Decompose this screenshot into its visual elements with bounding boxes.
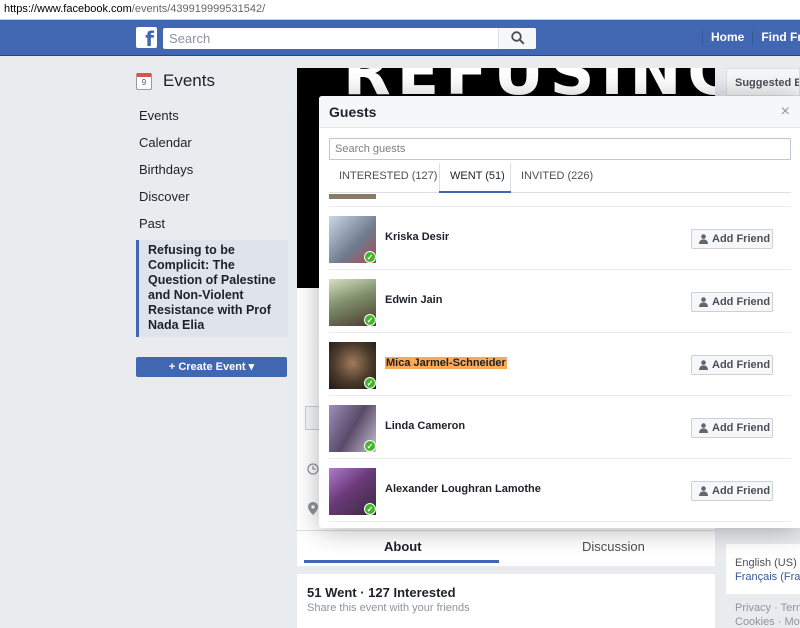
top-search — [163, 28, 536, 49]
guest-search — [329, 138, 791, 160]
home-link[interactable]: Home — [703, 30, 752, 44]
guest-tabs: INTERESTED (127) WENT (51) INVITED (226) — [329, 163, 791, 193]
clock-icon — [307, 463, 319, 475]
guest-name[interactable]: Alexander Loughran Lamothe — [385, 483, 541, 495]
add-friend-button[interactable]: Add Friend — [691, 355, 773, 375]
location-pin-icon — [308, 502, 318, 515]
top-nav-links: HomeFind Frie — [702, 30, 800, 45]
suggested-events-header: Suggested Ev — [726, 68, 800, 96]
went-tab-underline — [439, 191, 511, 193]
add-friend-label: Add Friend — [712, 296, 771, 308]
footer-line-2[interactable]: Cookies · More — [735, 615, 800, 628]
checkmark-icon: ✓ — [364, 503, 376, 515]
url-path: /events/439919999531542/ — [131, 3, 266, 15]
dialog-header: Guests × — [319, 96, 800, 128]
dialog-title: Guests — [329, 104, 377, 120]
add-friend-button[interactable]: Add Friend — [691, 418, 773, 438]
events-title: Events — [163, 71, 215, 90]
tab-invited[interactable]: INVITED (226) — [521, 170, 593, 182]
current-language: English (US) — [735, 557, 797, 569]
checkmark-icon: ✓ — [364, 377, 376, 389]
attendance-card: 51 Went · 127 Interested Share this even… — [297, 574, 715, 628]
find-friends-link[interactable]: Find Frie — [753, 30, 800, 44]
add-friend-label: Add Friend — [712, 422, 771, 434]
language-box: English (US) Français (Fran — [726, 544, 800, 594]
search-icon — [511, 31, 525, 45]
add-friend-label: Add Friend — [712, 485, 771, 497]
guest-name[interactable]: Kriska Desir — [385, 231, 449, 243]
checkmark-icon: ✓ — [364, 440, 376, 452]
share-prompt: Share this event with your friends — [307, 602, 470, 614]
footer-links: Privacy · Term Cookies · More — [735, 601, 800, 628]
guest-list[interactable]: ✓ Kriska Desir Add Friend ✓ Edwin Jain A… — [329, 194, 791, 528]
guest-name-highlighted[interactable]: Mica Jarmel-Schneider — [385, 357, 507, 369]
guest-name[interactable]: Linda Cameron — [385, 420, 465, 432]
guest-row: ✓ Alexander Loughran Lamothe Add Friend — [329, 459, 791, 522]
active-tab-indicator — [304, 560, 499, 563]
browser-url-bar[interactable]: https://www.facebook.com/events/43991999… — [0, 0, 800, 20]
nav-item-discover[interactable]: Discover — [136, 183, 288, 210]
events-left-nav: 9 Events Events Calendar Birthdays Disco… — [136, 68, 288, 377]
nav-item-birthdays[interactable]: Birthdays — [136, 156, 288, 183]
guest-row: ✓ Mica Jarmel-Schneider Add Friend — [329, 333, 791, 396]
tab-interested[interactable]: INTERESTED (127) — [339, 170, 437, 182]
guest-row: ✓ Edwin Jain Add Friend — [329, 270, 791, 333]
guest-row — [329, 194, 791, 207]
person-add-icon — [699, 234, 708, 244]
add-friend-button[interactable]: Add Friend — [691, 481, 773, 501]
guest-name[interactable]: Edwin Jain — [385, 294, 442, 306]
person-add-icon — [699, 423, 708, 433]
person-add-icon — [699, 360, 708, 370]
top-navigation-bar: f HomeFind Frie — [0, 20, 800, 56]
search-button[interactable] — [498, 28, 536, 49]
top-search-input[interactable] — [163, 28, 493, 49]
add-friend-button[interactable]: Add Friend — [691, 229, 773, 249]
events-header: 9 Events — [136, 68, 288, 96]
close-icon[interactable]: × — [781, 103, 790, 121]
tab-went[interactable]: WENT (51) — [450, 170, 505, 182]
alternate-language-link[interactable]: Français (Fran — [735, 571, 800, 583]
nav-item-calendar[interactable]: Calendar — [136, 129, 288, 156]
tab-discussion[interactable]: Discussion — [582, 539, 645, 554]
attendance-summary[interactable]: 51 Went · 127 Interested — [307, 585, 456, 600]
add-friend-label: Add Friend — [712, 233, 771, 245]
guest-search-input[interactable] — [330, 139, 790, 159]
person-add-icon — [699, 297, 708, 307]
url-host: https://www.facebook.com — [4, 3, 132, 15]
add-friend-label: Add Friend — [712, 359, 771, 371]
add-friend-button[interactable]: Add Friend — [691, 292, 773, 312]
selected-event-link[interactable]: Refusing to be Complicit: The Question o… — [136, 240, 288, 337]
guest-row: ✓ Linda Cameron Add Friend — [329, 396, 791, 459]
facebook-logo-icon[interactable]: f — [136, 27, 157, 48]
event-action-button[interactable] — [305, 406, 319, 430]
checkmark-icon: ✓ — [364, 314, 376, 326]
tab-about[interactable]: About — [384, 539, 422, 554]
guest-row: ✓ Kriska Desir Add Friend — [329, 207, 791, 270]
footer-line-1[interactable]: Privacy · Term — [735, 601, 800, 615]
nav-item-past[interactable]: Past — [136, 210, 288, 237]
guests-dialog: Guests × INTERESTED (127) WENT (51) INVI… — [319, 96, 800, 528]
event-tabs: About Discussion — [297, 530, 715, 563]
calendar-icon: 9 — [136, 73, 152, 90]
person-add-icon — [699, 486, 708, 496]
nav-item-events[interactable]: Events — [136, 102, 288, 129]
checkmark-icon: ✓ — [364, 251, 376, 263]
create-event-button[interactable]: + Create Event ▾ — [136, 357, 287, 377]
